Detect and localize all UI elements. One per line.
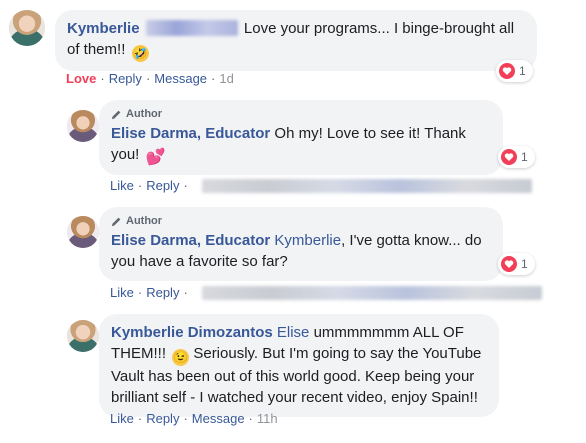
reply-button[interactable]: Reply (146, 285, 179, 300)
reaction-count: 1 (521, 150, 528, 164)
redacted-timestamp (201, 285, 542, 300)
comment-timestamp[interactable]: 1d (219, 71, 233, 86)
comment-actions: Like · Reply · (110, 178, 532, 193)
comment-author-name[interactable]: Elise Darma, Educator (111, 232, 270, 249)
comment-author-name[interactable]: Kymberlie (67, 20, 140, 37)
comment-bubble: Kymberlie Love your programs... I binge-… (55, 10, 537, 71)
reply-button[interactable]: Reply (109, 71, 142, 86)
reaction-summary[interactable]: 1 (498, 253, 535, 275)
avatar[interactable] (67, 320, 99, 352)
winking-face-icon: 😉 (172, 349, 190, 366)
comment-timestamp[interactable]: 11h (257, 411, 278, 426)
comment-actions: Like · Reply · Message · 11h (110, 411, 278, 426)
heart-icon (501, 149, 517, 165)
reply-button[interactable]: Reply (146, 178, 179, 193)
message-button[interactable]: Message (154, 71, 207, 86)
mention-link[interactable]: Kymberlie (274, 232, 341, 249)
reaction-count: 1 (519, 64, 526, 78)
message-button[interactable]: Message (192, 411, 245, 426)
avatar[interactable] (67, 216, 99, 248)
redacted-surname (145, 20, 238, 36)
avatar[interactable] (9, 10, 45, 46)
mention-link[interactable]: Elise (277, 324, 310, 341)
reaction-count: 1 (521, 257, 528, 271)
love-button[interactable]: Love (66, 71, 96, 86)
comment-text-continued: Seriously. But I'm going to say the YouT… (111, 345, 482, 406)
reaction-summary[interactable]: 1 (498, 146, 535, 168)
like-button[interactable]: Like (110, 178, 134, 193)
pencil-icon (111, 217, 121, 226)
comment-actions: Like · Reply · (110, 285, 542, 300)
like-button[interactable]: Like (110, 285, 134, 300)
pencil-icon (111, 110, 121, 119)
comment-actions: Love · Reply · Message · 1d (66, 71, 234, 86)
comment-author-name[interactable]: Kymberlie Dimozantos (111, 324, 273, 341)
two-hearts-icon: 💕 (145, 149, 166, 166)
author-badge: Author (111, 107, 491, 121)
comment-bubble: Author Elise Darma, Educator Kymberlie, … (99, 207, 503, 281)
comment-bubble: Kymberlie Dimozantos Elise ummmmmmm ALL … (99, 314, 499, 417)
redacted-timestamp (201, 178, 532, 193)
heart-icon (501, 256, 517, 272)
reaction-summary[interactable]: 1 (496, 60, 533, 82)
heart-icon (499, 63, 515, 79)
comment-bubble: Author Elise Darma, Educator Oh my! Love… (99, 100, 503, 175)
reply-button[interactable]: Reply (146, 411, 179, 426)
author-badge: Author (111, 214, 491, 228)
like-button[interactable]: Like (110, 411, 134, 426)
comment-author-name[interactable]: Elise Darma, Educator (111, 125, 270, 142)
avatar[interactable] (67, 110, 99, 142)
rolling-on-floor-laughing-icon: 🤣 (131, 45, 149, 62)
